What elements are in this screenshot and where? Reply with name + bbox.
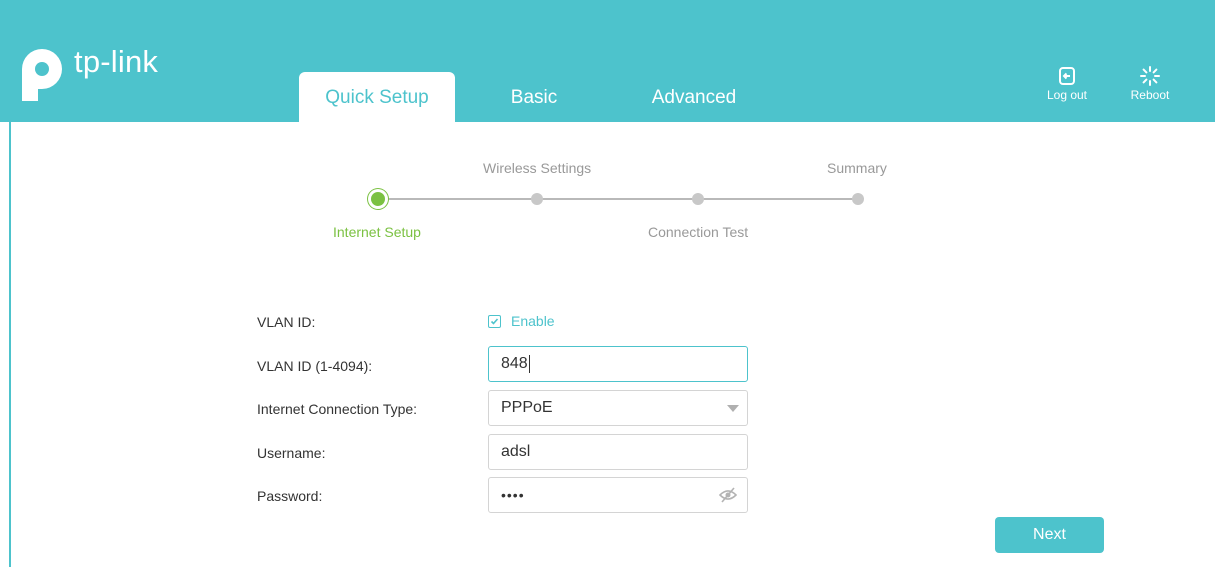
connection-type-label: Internet Connection Type: bbox=[257, 401, 418, 417]
logout-label: Log out bbox=[1046, 88, 1088, 102]
step-label-connection-test: Connection Test bbox=[648, 224, 749, 240]
logout-icon bbox=[1059, 67, 1075, 85]
tab-basic[interactable]: Basic bbox=[492, 72, 576, 122]
username-value: adsl bbox=[501, 443, 531, 460]
vlan-id-label: VLAN ID: bbox=[257, 314, 316, 330]
reboot-icon bbox=[1140, 66, 1160, 86]
step-dot-wireless-settings bbox=[531, 193, 543, 205]
vlan-id-value: 848 bbox=[501, 355, 528, 372]
tp-link-logo-icon bbox=[22, 49, 62, 101]
username-label: Username: bbox=[257, 445, 326, 461]
vlan-enable-checkbox[interactable]: Enable bbox=[488, 313, 555, 329]
top-header: tp-link Quick Setup Basic Advanced Log o… bbox=[0, 0, 1215, 122]
step-label-summary: Summary bbox=[827, 160, 887, 176]
password-value: •••• bbox=[501, 487, 525, 503]
step-label-internet-setup: Internet Setup bbox=[333, 224, 421, 240]
checkbox-checked-icon[interactable] bbox=[488, 314, 501, 328]
tab-quick-setup[interactable]: Quick Setup bbox=[299, 72, 455, 122]
reboot-button[interactable]: Reboot bbox=[1120, 66, 1180, 102]
logout-button[interactable]: Log out bbox=[1037, 66, 1097, 102]
tp-link-logo: tp-link bbox=[14, 42, 158, 102]
vlan-enable-label: Enable bbox=[511, 313, 555, 329]
step-dot-internet-setup bbox=[371, 192, 385, 206]
next-button[interactable]: Next bbox=[995, 517, 1104, 553]
username-input[interactable]: adsl bbox=[488, 434, 748, 470]
reboot-label: Reboot bbox=[1130, 88, 1170, 102]
tab-advanced[interactable]: Advanced bbox=[628, 72, 760, 122]
connection-type-value: PPPoE bbox=[501, 399, 553, 416]
chevron-down-icon bbox=[727, 405, 739, 412]
password-input[interactable]: •••• bbox=[488, 477, 748, 513]
step-dot-connection-test bbox=[692, 193, 704, 205]
connection-type-select[interactable]: PPPoE bbox=[488, 390, 748, 426]
password-label: Password: bbox=[257, 488, 323, 504]
vlan-id-range-label: VLAN ID (1-4094): bbox=[257, 358, 373, 374]
stepper-track bbox=[378, 198, 858, 200]
eye-slash-icon[interactable] bbox=[719, 487, 737, 503]
step-label-wireless-settings: Wireless Settings bbox=[483, 160, 592, 176]
left-border bbox=[9, 122, 11, 567]
vlan-id-input[interactable]: 848 bbox=[488, 346, 748, 382]
logo-text: tp-link bbox=[74, 44, 159, 79]
text-cursor bbox=[528, 354, 530, 373]
step-dot-summary bbox=[852, 193, 864, 205]
